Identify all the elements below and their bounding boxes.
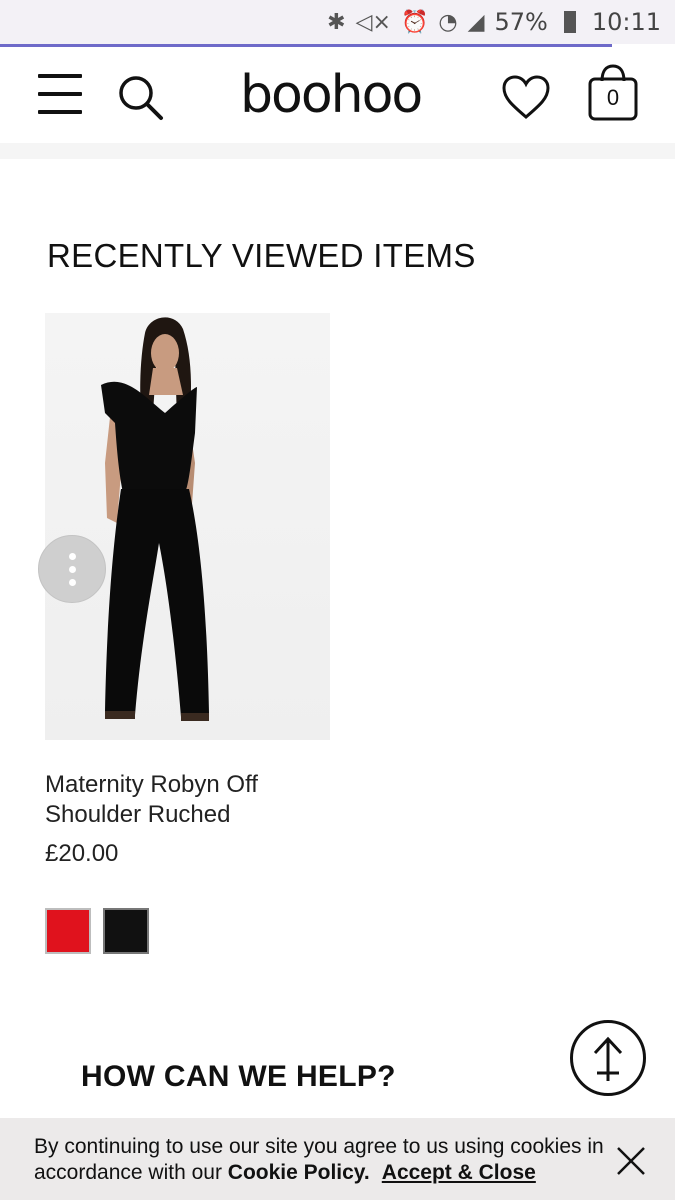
status-time: 10:11 <box>591 8 661 36</box>
header-divider <box>0 143 675 159</box>
cookie-policy-link[interactable]: Cookie Policy. <box>228 1161 370 1184</box>
battery-icon <box>563 11 576 33</box>
menu-icon[interactable] <box>38 72 82 116</box>
mute-icon: ◁× <box>355 9 391 35</box>
product-price: £20.00 <box>45 840 119 867</box>
cookie-banner: By continuing to use our site you agree … <box>0 1118 675 1200</box>
status-bar: ✱ ◁× ⏰ ◔ ◢ 57% 10:11 <box>0 0 675 44</box>
bag-count: 0 <box>606 85 620 110</box>
accept-close-link[interactable]: Accept & Close <box>382 1161 536 1184</box>
color-swatch-red[interactable] <box>45 908 91 954</box>
model-figure <box>101 317 209 721</box>
product-name[interactable]: Maternity Robyn Off Shoulder Ruched <box>45 770 345 830</box>
more-options-button[interactable] <box>38 535 106 603</box>
bluetooth-icon: ✱ <box>327 9 346 35</box>
signal-icon: ◢ <box>467 9 485 35</box>
brand-logo[interactable]: boohoo <box>240 65 423 125</box>
product-card[interactable] <box>45 313 330 740</box>
arrow-up-icon <box>593 1036 623 1081</box>
battery-percent: 57% <box>494 8 548 36</box>
color-swatch-black[interactable] <box>103 908 149 954</box>
search-icon[interactable] <box>116 73 166 123</box>
close-icon[interactable] <box>614 1144 648 1178</box>
status-icons: ✱ ◁× ⏰ ◔ ◢ 57% 10:11 <box>327 8 661 36</box>
product-image[interactable] <box>45 313 330 740</box>
cookie-message: By continuing to use our site you agree … <box>34 1134 614 1186</box>
scroll-to-top-button[interactable] <box>570 1020 646 1096</box>
site-header: boohoo 0 <box>0 47 675 143</box>
help-title: HOW CAN WE HELP? <box>81 1060 396 1093</box>
recently-viewed-title: RECENTLY VIEWED ITEMS <box>47 237 476 274</box>
heart-icon[interactable] <box>500 73 552 121</box>
wifi-icon: ◔ <box>438 9 458 35</box>
alarm-icon: ⏰ <box>400 9 429 35</box>
